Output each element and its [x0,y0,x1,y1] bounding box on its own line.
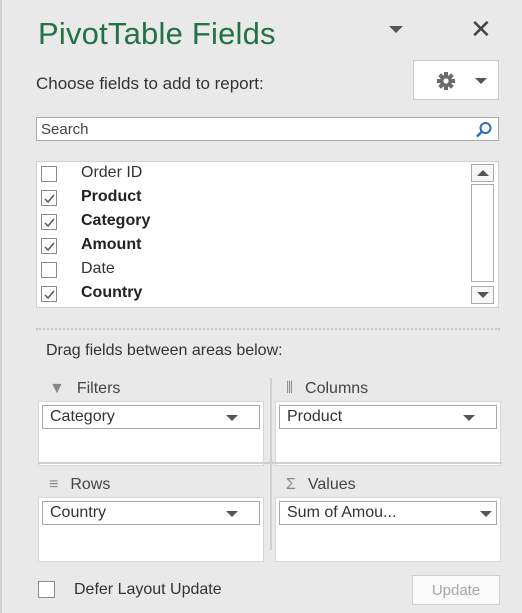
close-icon[interactable]: ✕ [470,16,492,42]
values-area[interactable]: Sum of Amou... [275,497,501,562]
field-item-category[interactable]: Category [37,210,462,234]
field-checkbox[interactable] [41,214,57,230]
update-button[interactable]: Update [412,575,500,605]
filters-area-label: Filters [76,380,121,397]
gear-icon [437,72,455,90]
field-label: Order ID [81,164,143,181]
scroll-thumb[interactable] [471,184,494,282]
defer-layout-label: Defer Layout Update [74,581,222,598]
field-label: Product [81,188,142,205]
chevron-down-icon [475,78,487,84]
chevron-down-icon[interactable] [463,415,475,421]
rows-area-label: Rows [70,476,111,493]
columns-area-label: Columns [305,380,369,397]
columns-icon: ⦀ [286,380,294,397]
pill-label: Category [50,408,115,425]
field-checkbox[interactable] [41,166,57,182]
rows-area[interactable]: Country [38,497,264,562]
chevron-down-icon[interactable] [226,511,238,517]
scroll-down-button[interactable] [471,286,494,304]
areas-vertical-separator [270,378,272,550]
checkmark-icon [44,194,55,204]
search-icon[interactable] [475,121,493,139]
tools-button[interactable] [413,60,499,100]
field-label: Amount [81,236,142,253]
field-checkbox[interactable] [41,190,57,206]
choose-fields-label: Choose fields to add to report: [36,74,264,93]
rows-field-pill[interactable]: Country [42,501,260,525]
checkmark-icon [44,218,55,228]
sigma-icon: Σ [286,476,296,493]
scroll-up-button[interactable] [471,164,494,182]
chevron-down-icon[interactable] [226,415,238,421]
pill-label: Sum of Amou... [287,504,397,521]
field-item-date[interactable]: Date [37,258,462,282]
pill-label: Product [287,408,343,425]
checkmark-icon [44,242,55,252]
values-area-header: Σ Values [286,476,356,494]
drag-fields-label: Drag fields between areas below: [46,342,283,359]
filters-area[interactable]: Category [38,401,264,466]
defer-layout-checkbox[interactable] [38,581,55,598]
pivottable-fields-pane: PivotTable Fields ✕ Choose fields to add… [0,0,522,613]
pane-title: PivotTable Fields [38,16,276,51]
field-item-country[interactable]: Country [37,282,462,306]
field-checkbox[interactable] [41,286,57,302]
field-list-scrollbar[interactable] [471,164,496,305]
filters-area-header: ▼ Filters [49,380,120,398]
section-divider [36,328,500,330]
rows-icon: ≡ [49,476,59,493]
filters-field-pill[interactable]: Category [42,405,260,429]
checkmark-icon [44,290,55,300]
chevron-down-icon [477,292,489,298]
columns-field-pill[interactable]: Product [279,405,497,429]
search-input[interactable] [39,119,463,139]
field-item-amount[interactable]: Amount [37,234,462,258]
chevron-down-icon[interactable] [389,26,403,33]
columns-area-header: ⦀ Columns [286,380,368,398]
field-item-order-id[interactable]: Order ID [37,162,462,186]
field-checkbox[interactable] [41,238,57,254]
field-label: Country [81,284,143,301]
columns-area[interactable]: Product [275,401,501,466]
rows-area-header: ≡ Rows [49,476,110,494]
filter-icon: ▼ [49,380,65,397]
values-area-label: Values [307,476,356,493]
chevron-down-icon[interactable] [480,511,492,517]
field-label: Date [81,260,115,277]
search-box [36,117,499,141]
field-item-product[interactable]: Product [37,186,462,210]
pill-label: Country [50,504,107,521]
field-list: Order ID Product Category Amount Date Co… [36,161,499,308]
field-label: Category [81,212,151,229]
chevron-up-icon [477,170,489,176]
values-field-pill[interactable]: Sum of Amou... [279,501,497,525]
field-checkbox[interactable] [41,262,57,278]
